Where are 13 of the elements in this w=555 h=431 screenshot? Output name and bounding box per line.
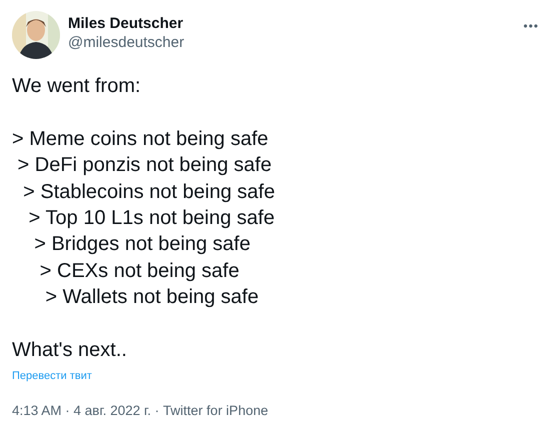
tweet-text-line: > DeFi ponzis not being safe: [16, 153, 273, 178]
author-name[interactable]: Miles Deutscher: [68, 15, 520, 33]
tweet-text-line: > Top 10 L1s not being safe: [28, 206, 276, 232]
author-handle[interactable]: @milesdeutscher: [68, 33, 520, 53]
tweet-text-line: > Stablecoins not being safe: [22, 180, 276, 205]
tweet-text-line: > CEXs not being safe: [38, 258, 240, 284]
tweet-timestamp: 4:13 AM · 4 авг. 2022 г. · Twitter for iPhone: [12, 401, 543, 431]
tweet-text-line: What's next..: [12, 338, 128, 364]
tweet-text-line: > Meme coins not being safe: [12, 126, 270, 152]
tweet-text-line: We went from:: [12, 74, 142, 99]
tweet-text-line: > Bridges not being safe: [33, 232, 252, 258]
more-options-button[interactable]: •••: [519, 19, 543, 33]
tweet-text-line: > Wallets not being safe: [44, 285, 260, 310]
